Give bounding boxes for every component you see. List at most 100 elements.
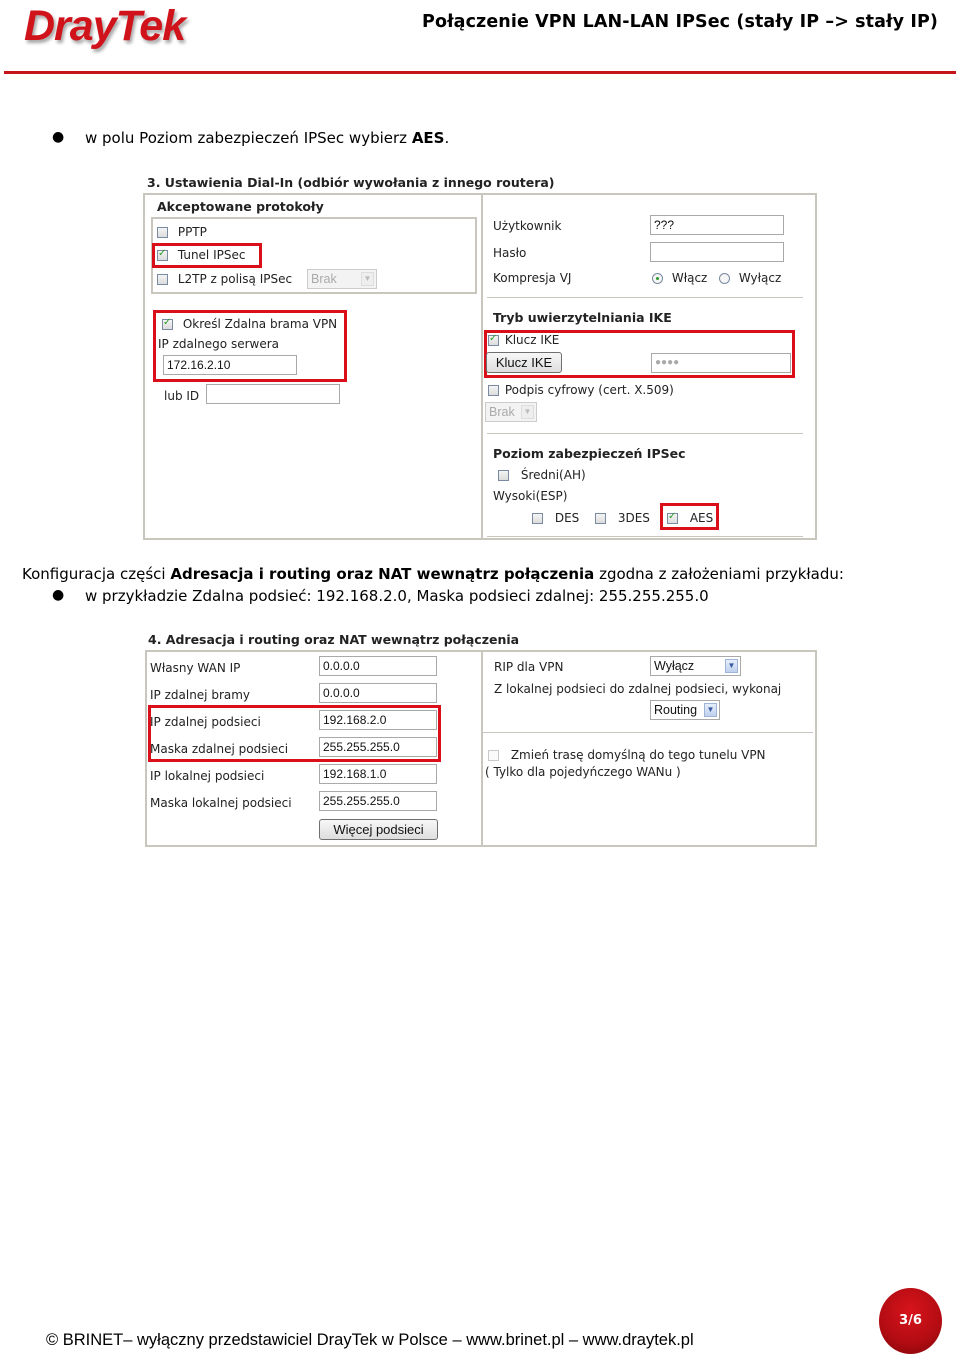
esp-3des-option[interactable]: 3DES — [595, 511, 650, 525]
routing-intro-suffix: zgodna z założeniami przykładu: — [594, 565, 844, 583]
ike-key-checkbox[interactable] — [488, 333, 499, 346]
remote-server-ip-input[interactable]: 172.16.2.10 — [163, 355, 297, 375]
vj-off-radio[interactable] — [719, 273, 730, 284]
remote-gateway-ip-input[interactable]: 0.0.0.0 — [319, 683, 437, 703]
field-label: IP zdalnej bramy — [150, 688, 251, 702]
vj-compression-label: Kompresja VJ — [493, 271, 572, 285]
medium-ah-checkbox[interactable] — [498, 470, 509, 481]
remote-gateway-checkbox[interactable] — [162, 317, 173, 330]
3des-checkbox[interactable] — [595, 513, 606, 524]
bullet-icon: ● — [52, 129, 65, 145]
cert-option[interactable]: Podpis cyfrowy (cert. X.509) — [488, 383, 674, 397]
separator — [487, 536, 803, 537]
cert-checkbox[interactable] — [488, 385, 499, 396]
protocols-heading: Akceptowane protokoły — [157, 199, 324, 214]
separator — [487, 297, 803, 298]
default-route-note: ( Tylko dla pojedyńczego WANu ) — [485, 765, 681, 779]
cert-select[interactable]: Brak ▼ — [485, 402, 537, 422]
or-id-input[interactable] — [206, 384, 340, 404]
local-subnet-ip-input[interactable]: 192.168.1.0 — [319, 764, 437, 784]
field-label: IP lokalnej podsieci — [150, 769, 265, 783]
routing-intro-bold: Adresacja i routing oraz NAT wewnątrz po… — [170, 565, 595, 583]
intro-suffix: . — [444, 129, 450, 147]
dialin-panel: Akceptowane protokoły PPTP Tunel IPSec L… — [143, 193, 817, 540]
footer-copyright: © BRINET– wyłączny przedstawiciel DrayTe… — [46, 1331, 694, 1349]
ike-key-option[interactable]: Klucz IKE — [488, 333, 559, 347]
separator — [483, 732, 813, 733]
chevron-down-icon: ▼ — [725, 659, 738, 673]
routing-bullet-text: w przykładzie Zdalna podsieć: 192.168.2.… — [85, 587, 709, 605]
field-label: Maska lokalnej podsieci — [150, 796, 292, 810]
cert-label: Podpis cyfrowy (cert. X.509) — [504, 383, 674, 397]
draytek-logo: DrayTek — [24, 2, 186, 50]
ike-heading: Tryb uwierzytelniania IKE — [493, 310, 672, 325]
field-label: IP zdalnej podsieci — [150, 715, 261, 729]
remote-subnet-mask-input[interactable]: 255.255.255.0 — [319, 737, 437, 757]
intro-bold: AES — [411, 129, 445, 147]
protocol-pptp[interactable]: PPTP — [157, 225, 207, 239]
routing-section-title: 4. Adresacja i routing oraz NAT wewnątrz… — [148, 632, 520, 647]
routing-intro-text: Konfiguracja części — [22, 565, 171, 583]
vj-on-radio[interactable] — [652, 273, 663, 284]
protocol-l2tp[interactable]: L2TP z polisą IPSec — [157, 272, 292, 286]
des-checkbox[interactable] — [532, 513, 543, 524]
ike-key-input[interactable]: ●●●● — [651, 353, 791, 373]
routing-intro: Konfiguracja części Adresacja i routing … — [22, 565, 844, 583]
high-esp-label: Wysoki(ESP) — [493, 489, 568, 503]
direction-label: Z lokalnej podsieci do zdalnej podsieci,… — [494, 682, 782, 696]
remote-gateway-option[interactable]: Określ Zdalna brama VPN — [162, 317, 337, 331]
remote-server-ip-label: IP zdalnego serwera — [158, 337, 280, 351]
pptp-label: PPTP — [177, 225, 207, 239]
pptp-checkbox[interactable] — [157, 227, 168, 238]
column-divider — [481, 195, 483, 540]
routing-panel: Własny WAN IP 0.0.0.0 IP zdalnej bramy 0… — [145, 650, 817, 847]
cert-select-value: Brak — [489, 405, 515, 419]
chevron-down-icon: ▼ — [704, 703, 717, 717]
esp-aes-option[interactable]: AES — [667, 511, 713, 525]
user-label: Użytkownik — [493, 219, 562, 233]
password-input[interactable] — [650, 242, 784, 262]
field-label: Maska zdalnej podsieci — [150, 742, 289, 756]
default-route-option[interactable]: Zmień trasę domyślną do tego tunelu VPN — [488, 748, 766, 762]
ike-key-label: Klucz IKE — [504, 333, 560, 347]
remote-subnet-ip-input[interactable]: 192.168.2.0 — [319, 710, 437, 730]
vj-off-option[interactable]: Wyłącz — [719, 271, 781, 285]
ipsec-tunnel-checkbox[interactable] — [157, 248, 168, 261]
user-input[interactable]: ??? — [650, 215, 784, 235]
direction-select-value: Routing — [654, 703, 698, 717]
document-title: Połączenie VPN LAN-LAN IPSec (stały IP –… — [422, 12, 938, 32]
password-label: Hasło — [493, 246, 527, 260]
ipsec-tunnel-label: Tunel IPSec — [177, 248, 246, 262]
rip-select-value: Wyłącz — [654, 659, 695, 673]
page-number-badge: 3/6 — [879, 1288, 942, 1354]
rip-select[interactable]: Wyłącz ▼ — [650, 656, 741, 676]
protocol-ipsec-tunnel[interactable]: Tunel IPSec — [157, 248, 245, 262]
medium-ah-option[interactable]: Średni(AH) — [498, 468, 586, 482]
local-subnet-mask-input[interactable]: 255.255.255.0 — [319, 791, 437, 811]
esp-des-option[interactable]: DES — [532, 511, 579, 525]
more-subnets-button[interactable]: Więcej podsieci — [319, 819, 438, 840]
l2tp-policy-select[interactable]: Brak ▼ — [307, 269, 377, 289]
aes-checkbox[interactable] — [667, 511, 678, 524]
intro-text: w polu Poziom zabezpieczeń IPSec wybierz — [85, 129, 412, 147]
des-label: DES — [554, 511, 580, 525]
header-divider — [4, 71, 956, 74]
security-heading: Poziom zabezpieczeń IPSec — [493, 446, 686, 461]
aes-label: AES — [689, 511, 714, 525]
vj-off-label: Wyłącz — [738, 271, 782, 285]
l2tp-policy-value: Brak — [311, 272, 337, 286]
column-divider — [481, 652, 483, 847]
dialin-section-title: 3. Ustawienia Dial-In (odbiór wywołania … — [147, 175, 555, 190]
default-route-checkbox[interactable] — [488, 750, 499, 761]
own-wan-ip-input[interactable]: 0.0.0.0 — [319, 656, 437, 676]
remote-gateway-label: Określ Zdalna brama VPN — [182, 317, 338, 331]
bullet-icon: ● — [52, 587, 65, 603]
direction-select[interactable]: Routing ▼ — [650, 700, 720, 720]
field-label: Własny WAN IP — [150, 661, 241, 675]
vj-on-label: Włącz — [671, 271, 708, 285]
medium-ah-label: Średni(AH) — [520, 468, 586, 482]
l2tp-checkbox[interactable] — [157, 274, 168, 285]
ike-key-button[interactable]: Klucz IKE — [486, 352, 562, 373]
l2tp-label: L2TP z polisą IPSec — [177, 272, 293, 286]
vj-on-option[interactable]: Włącz — [652, 271, 707, 285]
